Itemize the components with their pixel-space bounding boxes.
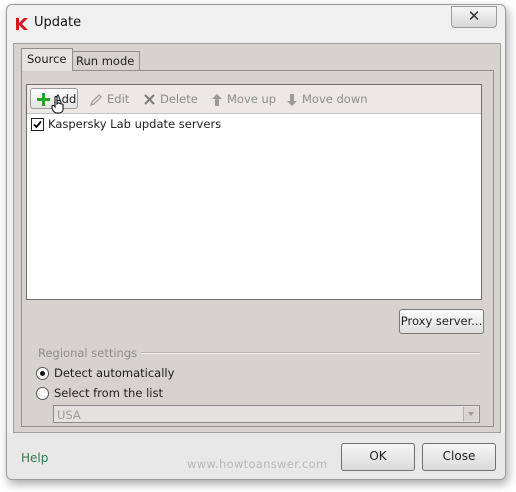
select-from-list-label: Select from the list xyxy=(54,386,163,400)
move-down-button[interactable]: Move down xyxy=(286,90,368,108)
update-source-list: Add Edit Delete Move up Move down Kasper… xyxy=(26,84,482,300)
move-up-button[interactable]: Move up xyxy=(211,90,276,108)
delete-button-label: Delete xyxy=(160,92,198,106)
detect-automatically-option[interactable]: Detect automatically xyxy=(36,365,174,381)
list-item[interactable]: Kaspersky Lab update servers xyxy=(31,116,221,132)
select-from-list-option[interactable]: Select from the list xyxy=(36,385,163,401)
checkmark-icon xyxy=(33,120,42,129)
group-divider xyxy=(134,352,480,354)
kaspersky-k-icon xyxy=(16,18,28,30)
arrow-down-icon xyxy=(287,93,297,106)
source-checkbox[interactable] xyxy=(31,118,44,131)
country-select[interactable]: USA xyxy=(53,405,480,423)
dialog-body: Source Run mode Add Edit Delete Move up … xyxy=(13,43,501,433)
tab-source[interactable]: Source xyxy=(21,48,73,71)
delete-button[interactable]: Delete xyxy=(143,90,198,108)
detect-automatically-radio[interactable] xyxy=(36,367,49,380)
dropdown-arrow-icon[interactable] xyxy=(463,407,478,421)
pencil-icon xyxy=(90,93,102,106)
detect-automatically-label: Detect automatically xyxy=(54,366,175,380)
x-icon xyxy=(144,94,155,105)
tab-run-mode[interactable]: Run mode xyxy=(70,51,141,70)
window-close-button[interactable]: ✕ xyxy=(451,6,497,28)
source-toolbar: Add Edit Delete Move up Move down xyxy=(27,85,481,114)
ok-button[interactable]: OK xyxy=(341,443,415,471)
help-link[interactable]: Help xyxy=(21,451,48,465)
update-dialog: Update ✕ Source Run mode Add Edit Delete… xyxy=(6,4,506,480)
select-from-list-radio[interactable] xyxy=(36,387,49,400)
hand-cursor-icon xyxy=(51,96,64,114)
plus-icon xyxy=(37,93,50,106)
window-title: Update xyxy=(34,15,82,30)
watermark: www.howtoanswer.com xyxy=(187,457,328,471)
edit-button[interactable]: Edit xyxy=(89,90,129,108)
edit-button-label: Edit xyxy=(107,92,130,106)
proxy-server-button[interactable]: Proxy server... xyxy=(399,309,484,334)
regional-settings-label: Regional settings xyxy=(38,346,142,360)
title-bar: Update ✕ xyxy=(7,5,505,41)
close-button[interactable]: Close xyxy=(422,443,496,471)
country-select-value: USA xyxy=(57,408,81,422)
move-up-button-label: Move up xyxy=(227,92,277,106)
move-down-button-label: Move down xyxy=(302,92,368,106)
arrow-up-icon xyxy=(212,93,222,106)
source-label: Kaspersky Lab update servers xyxy=(48,117,222,131)
dialog-footer: Help www.howtoanswer.com OK Close xyxy=(7,433,505,479)
